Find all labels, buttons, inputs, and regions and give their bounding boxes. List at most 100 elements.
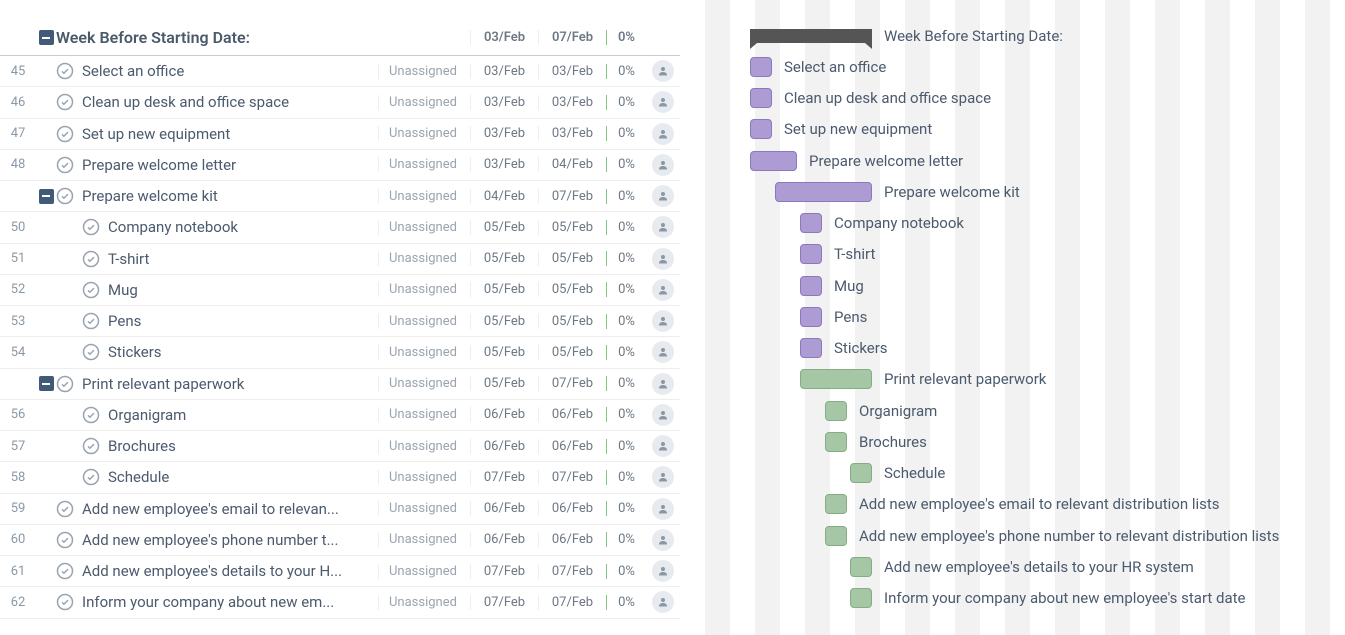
assignee-avatar-icon[interactable] (652, 60, 674, 82)
task-row[interactable]: 58ScheduleUnassigned07/Feb07/Feb0% (0, 462, 680, 493)
task-row[interactable]: 47Set up new equipmentUnassigned03/Feb03… (0, 119, 680, 150)
start-date[interactable]: 03/Feb (470, 64, 538, 79)
gantt-bar[interactable] (800, 244, 822, 264)
assignee-avatar-icon[interactable] (652, 123, 674, 145)
task-name[interactable]: Pens (108, 312, 378, 330)
start-date[interactable]: 06/Feb (470, 407, 538, 422)
gantt-row[interactable]: Prepare welcome letter (680, 145, 1345, 176)
assignee-avatar-icon[interactable] (652, 279, 674, 301)
status-check-icon[interactable] (82, 218, 100, 236)
section-header[interactable]: Week Before Starting Date: 03/Feb 07/Feb… (0, 20, 680, 56)
task-row[interactable]: Print relevant paperworkUnassigned05/Feb… (0, 369, 680, 400)
gantt-bar[interactable] (825, 401, 847, 421)
task-row[interactable]: 51T-shirtUnassigned05/Feb05/Feb0% (0, 244, 680, 275)
gantt-row[interactable]: Select an office (680, 51, 1345, 82)
start-date[interactable]: 03/Feb (470, 126, 538, 141)
start-date[interactable]: 03/Feb (470, 157, 538, 172)
gantt-row[interactable]: Stickers (680, 333, 1345, 364)
assignee-avatar-icon[interactable] (652, 216, 674, 238)
assignee-cell[interactable]: Unassigned (378, 251, 470, 266)
gantt-bar[interactable] (850, 557, 872, 577)
progress-cell[interactable]: 0% (606, 501, 646, 516)
gantt-bar[interactable] (775, 182, 872, 202)
status-check-icon[interactable] (82, 406, 100, 424)
assignee-avatar-icon[interactable] (652, 560, 674, 582)
end-date[interactable]: 06/Feb (538, 532, 606, 547)
assignee-cell[interactable]: Unassigned (378, 282, 470, 297)
progress-cell[interactable]: 0% (606, 251, 646, 266)
task-name[interactable]: Add new employee's phone number t... (82, 531, 378, 549)
gantt-bar[interactable] (750, 88, 772, 108)
task-name[interactable]: Select an office (82, 62, 378, 80)
gantt-row[interactable]: Add new employee's details to your HR sy… (680, 551, 1345, 582)
task-row[interactable]: 57BrochuresUnassigned06/Feb06/Feb0% (0, 431, 680, 462)
assignee-avatar-icon[interactable] (652, 498, 674, 520)
assignee-cell[interactable]: Unassigned (378, 407, 470, 422)
progress-cell[interactable]: 0% (606, 532, 646, 547)
end-date[interactable]: 07/Feb (538, 595, 606, 610)
progress-cell[interactable]: 0% (606, 157, 646, 172)
status-check-icon[interactable] (56, 62, 74, 80)
end-date[interactable]: 03/Feb (538, 126, 606, 141)
assignee-cell[interactable]: Unassigned (378, 595, 470, 610)
assignee-avatar-icon[interactable] (652, 435, 674, 457)
status-check-icon[interactable] (56, 562, 74, 580)
end-date[interactable]: 06/Feb (538, 407, 606, 422)
gantt-row[interactable]: Set up new equipment (680, 114, 1345, 145)
assignee-avatar-icon[interactable] (652, 373, 674, 395)
task-name[interactable]: T-shirt (108, 250, 378, 268)
gantt-bar[interactable] (750, 57, 772, 77)
progress-cell[interactable]: 0% (606, 564, 646, 579)
progress-cell[interactable]: 0% (606, 595, 646, 610)
gantt-bar[interactable] (825, 494, 847, 514)
task-name[interactable]: Add new employee's details to your H... (82, 562, 378, 580)
gantt-bar[interactable] (800, 307, 822, 327)
gantt-row[interactable]: T-shirt (680, 239, 1345, 270)
task-row[interactable]: 53PensUnassigned05/Feb05/Feb0% (0, 306, 680, 337)
task-name[interactable]: Inform your company about new em... (82, 593, 378, 611)
gantt-bar[interactable] (850, 463, 872, 483)
status-check-icon[interactable] (82, 343, 100, 361)
gantt-bar[interactable] (750, 119, 772, 139)
assignee-cell[interactable]: Unassigned (378, 189, 470, 204)
end-date[interactable]: 06/Feb (538, 501, 606, 516)
start-date[interactable]: 05/Feb (470, 376, 538, 391)
task-row[interactable]: 50Company notebookUnassigned05/Feb05/Feb… (0, 212, 680, 243)
progress-cell[interactable]: 0% (606, 220, 646, 235)
task-row[interactable]: 60Add new employee's phone number t...Un… (0, 525, 680, 556)
start-date[interactable]: 05/Feb (470, 314, 538, 329)
status-check-icon[interactable] (56, 531, 74, 549)
gantt-bar[interactable] (750, 151, 797, 171)
task-row[interactable]: 61Add new employee's details to your H..… (0, 556, 680, 587)
assignee-cell[interactable]: Unassigned (378, 157, 470, 172)
end-date[interactable]: 07/Feb (538, 564, 606, 579)
assignee-cell[interactable]: Unassigned (378, 314, 470, 329)
progress-cell[interactable]: 0% (606, 376, 646, 391)
end-date[interactable]: 03/Feb (538, 95, 606, 110)
end-date[interactable]: 04/Feb (538, 157, 606, 172)
task-row[interactable]: 46Clean up desk and office spaceUnassign… (0, 87, 680, 118)
assignee-cell[interactable]: Unassigned (378, 439, 470, 454)
task-row[interactable]: 48Prepare welcome letterUnassigned03/Feb… (0, 150, 680, 181)
assignee-cell[interactable]: Unassigned (378, 126, 470, 141)
start-date[interactable]: 05/Feb (470, 282, 538, 297)
assignee-cell[interactable]: Unassigned (378, 345, 470, 360)
task-row[interactable]: Prepare welcome kitUnassigned04/Feb07/Fe… (0, 181, 680, 212)
task-name[interactable]: Prepare welcome letter (82, 156, 378, 174)
task-name[interactable]: Brochures (108, 437, 378, 455)
task-row[interactable]: 54StickersUnassigned05/Feb05/Feb0% (0, 337, 680, 368)
assignee-cell[interactable]: Unassigned (378, 564, 470, 579)
progress-cell[interactable]: 0% (606, 345, 646, 360)
assignee-cell[interactable]: Unassigned (378, 220, 470, 235)
assignee-avatar-icon[interactable] (652, 404, 674, 426)
end-date[interactable]: 03/Feb (538, 64, 606, 79)
gantt-row[interactable]: Mug (680, 270, 1345, 301)
gantt-row[interactable]: Prepare welcome kit (680, 176, 1345, 207)
assignee-avatar-icon[interactable] (652, 310, 674, 332)
task-name[interactable]: Stickers (108, 343, 378, 361)
end-date[interactable]: 07/Feb (538, 470, 606, 485)
status-check-icon[interactable] (82, 312, 100, 330)
gantt-row[interactable]: Schedule (680, 458, 1345, 489)
assignee-avatar-icon[interactable] (652, 248, 674, 270)
end-date[interactable]: 05/Feb (538, 251, 606, 266)
